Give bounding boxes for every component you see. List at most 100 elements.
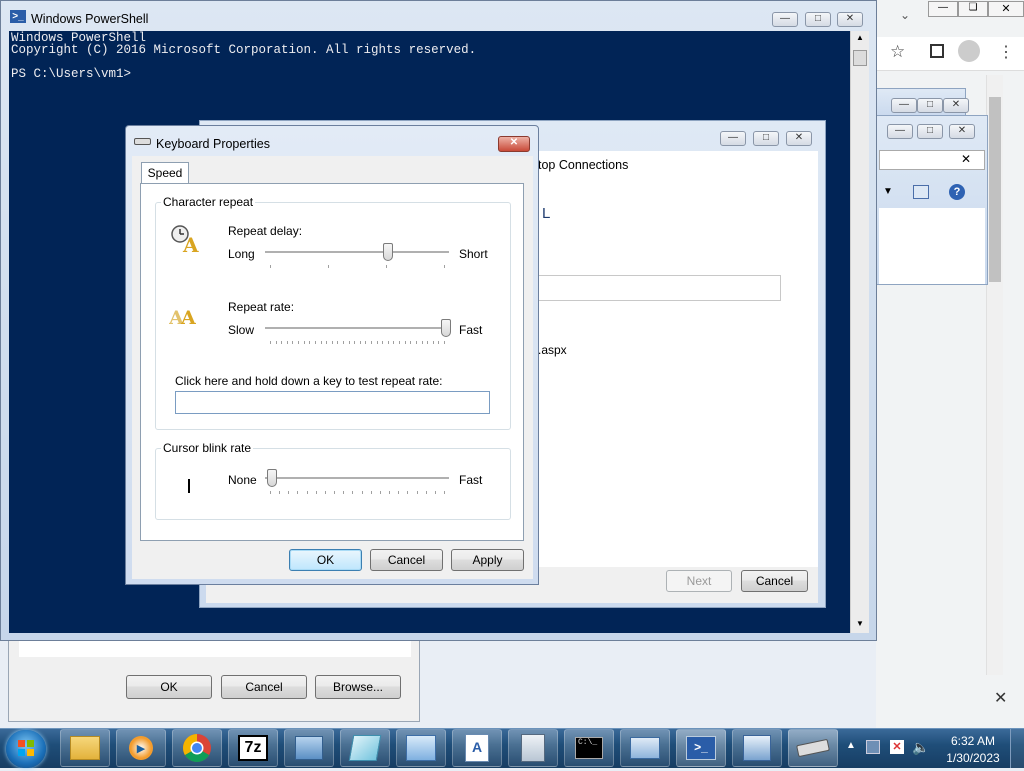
cancel-button[interactable]: Cancel	[370, 549, 443, 571]
svg-text:A: A	[182, 233, 199, 254]
tab-speed[interactable]: Speed	[141, 162, 189, 184]
wizard-maximize-button[interactable]: □	[753, 131, 779, 146]
chevron-down-icon[interactable]: ⌄	[900, 8, 910, 22]
browser-close-button[interactable]: ✕	[988, 1, 1024, 17]
keyboard-properties-dialog: Keyboard Properties ✕ Speed Character re…	[125, 125, 539, 585]
slider-tick	[279, 491, 281, 494]
slider-tick	[438, 341, 440, 344]
ok-button[interactable]: OK	[289, 549, 362, 571]
browser-scrollbar[interactable]	[986, 75, 1003, 675]
scroll-up-icon[interactable]: ▲	[856, 33, 864, 42]
repeat-rate-max-label: Fast	[459, 323, 483, 337]
volume-tray-icon[interactable]: 🔈	[912, 739, 929, 756]
menu-icon[interactable]: ⋮	[998, 42, 1014, 62]
show-desktop-button[interactable]	[1010, 729, 1024, 768]
taskbar-cmd-button[interactable]: C:\_	[564, 729, 614, 767]
slider-tick	[286, 341, 288, 344]
keyboard-icon	[796, 738, 830, 758]
flag-tray-icon[interactable]: ✕	[890, 740, 904, 754]
wizard-minimize-button[interactable]: —	[720, 131, 746, 146]
7zip-icon: 7z	[238, 735, 268, 761]
slider-tick	[348, 341, 350, 344]
cursor-blink-slider[interactable]	[265, 468, 451, 494]
wizard-close-button[interactable]: ✕	[786, 131, 812, 146]
slider-tick	[297, 491, 299, 494]
keyboard-icon	[134, 138, 151, 145]
clock-date[interactable]: 1/30/2023	[944, 751, 1002, 765]
start-button[interactable]	[6, 730, 46, 768]
clock-time[interactable]: 6:32 AM	[948, 734, 998, 748]
slider-tick	[416, 491, 418, 494]
server-manager-icon	[630, 737, 660, 759]
close-icon[interactable]: ✕	[994, 688, 1007, 708]
sidebar-icon[interactable]	[930, 44, 944, 58]
network-tray-icon[interactable]	[866, 740, 880, 754]
slider-tick	[386, 265, 387, 268]
dropdown-arrow-icon[interactable]: ▼	[883, 186, 893, 197]
wizard-input[interactable]	[536, 275, 781, 301]
slider-tick	[389, 491, 391, 494]
console-scrollbar[interactable]: ▲ ▼	[850, 31, 869, 633]
cursor-preview-icon	[188, 479, 190, 493]
taskbar-remote-button[interactable]	[284, 729, 334, 767]
taskbar-chrome-button[interactable]	[172, 729, 222, 767]
slider-tick	[303, 341, 305, 344]
taskbar-media-button[interactable]: ▶	[116, 729, 166, 767]
browser-minimize-button[interactable]: —	[928, 1, 958, 17]
blink-min-label: None	[228, 473, 257, 487]
taskbar-wordpad-button[interactable]: A	[452, 729, 502, 767]
repeat-rate-thumb[interactable]	[441, 319, 451, 337]
maximize-button[interactable]: □	[805, 12, 831, 27]
chrome-icon	[183, 734, 211, 762]
slider-tick	[387, 341, 389, 344]
slider-tick	[365, 341, 367, 344]
dialog-close-button[interactable]: ✕	[498, 136, 530, 152]
pane-icon[interactable]	[913, 185, 929, 199]
show-hidden-icons-icon[interactable]: ▲	[846, 740, 856, 751]
close-button[interactable]: ✕	[837, 12, 863, 27]
slider-tick	[352, 491, 354, 494]
wizard-next-button[interactable]: Next	[666, 570, 732, 592]
scroll-thumb[interactable]	[853, 50, 867, 66]
slider-tick	[270, 265, 271, 268]
apply-button[interactable]: Apply	[451, 549, 524, 571]
wizard-cancel-button[interactable]: Cancel	[741, 570, 808, 592]
scroll-down-icon[interactable]: ▼	[856, 619, 864, 628]
close-icon[interactable]: ✕	[961, 152, 971, 166]
taskbar-7zip-button[interactable]: 7z	[228, 729, 278, 767]
run-browse-button[interactable]: Browse...	[315, 675, 401, 699]
taskbar-explorer-button[interactable]	[60, 729, 110, 767]
test-repeat-input[interactable]	[175, 391, 490, 414]
profile-icon[interactable]	[958, 40, 980, 62]
control-panel-icon	[406, 735, 436, 761]
repeat-delay-thumb[interactable]	[383, 243, 394, 261]
taskbar-server-manager-button[interactable]	[620, 729, 670, 767]
slider-tick	[343, 491, 345, 494]
minimize-button[interactable]: —	[772, 12, 798, 27]
slider-tick	[315, 491, 317, 494]
slider-tick	[379, 491, 381, 494]
taskbar-network-button[interactable]	[732, 729, 782, 767]
taskbar-notepad-button[interactable]	[340, 729, 390, 767]
run-ok-button[interactable]: OK	[126, 675, 212, 699]
cursor-blink-thumb[interactable]	[267, 469, 277, 487]
taskbar-powershell-button[interactable]: >_	[676, 729, 726, 767]
taskbar-keyboard-button[interactable]	[788, 729, 838, 767]
slider-tick	[314, 341, 316, 344]
star-icon[interactable]: ☆	[890, 42, 905, 62]
taskbar-calculator-button[interactable]	[508, 729, 558, 767]
repeat-rate-slider[interactable]	[265, 318, 451, 344]
wizard-letter: L	[542, 205, 551, 222]
slider-tick	[309, 341, 311, 344]
repeat-rate-min-label: Slow	[228, 323, 255, 337]
repeat-delay-slider[interactable]	[265, 242, 451, 268]
slider-tick	[407, 491, 409, 494]
taskbar-control-panel-button[interactable]	[396, 729, 446, 767]
explorer-icon	[70, 736, 100, 760]
powershell-icon: >_	[686, 736, 716, 760]
help-icon[interactable]: ?	[949, 184, 965, 200]
slider-tick	[354, 341, 356, 344]
slider-tick	[410, 341, 412, 344]
browser-restore-button[interactable]: ❏	[958, 1, 988, 17]
run-cancel-button[interactable]: Cancel	[221, 675, 307, 699]
